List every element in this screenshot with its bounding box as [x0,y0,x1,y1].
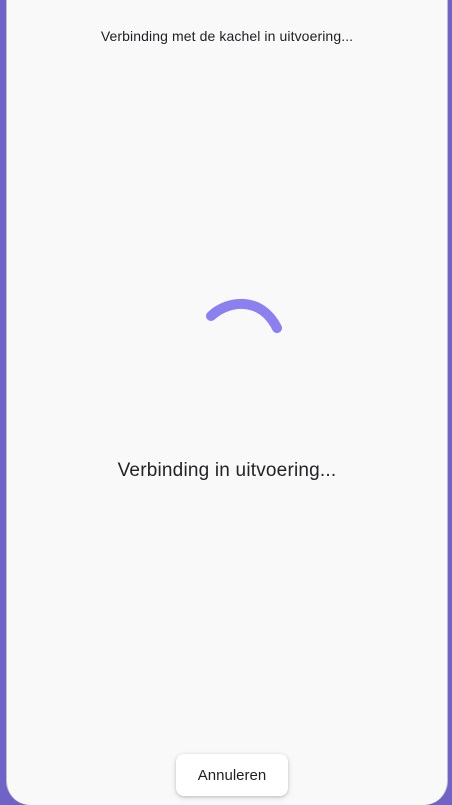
loading-spinner-icon [206,299,282,333]
cancel-button[interactable]: Annuleren [176,754,288,796]
connection-sheet: Verbinding met de kachel in uitvoering..… [6,0,448,805]
page-title: Verbinding met de kachel in uitvoering..… [100,28,354,44]
connection-status-text: Verbinding in uitvoering... [117,460,337,481]
sheet-bottom-edge [7,799,447,805]
